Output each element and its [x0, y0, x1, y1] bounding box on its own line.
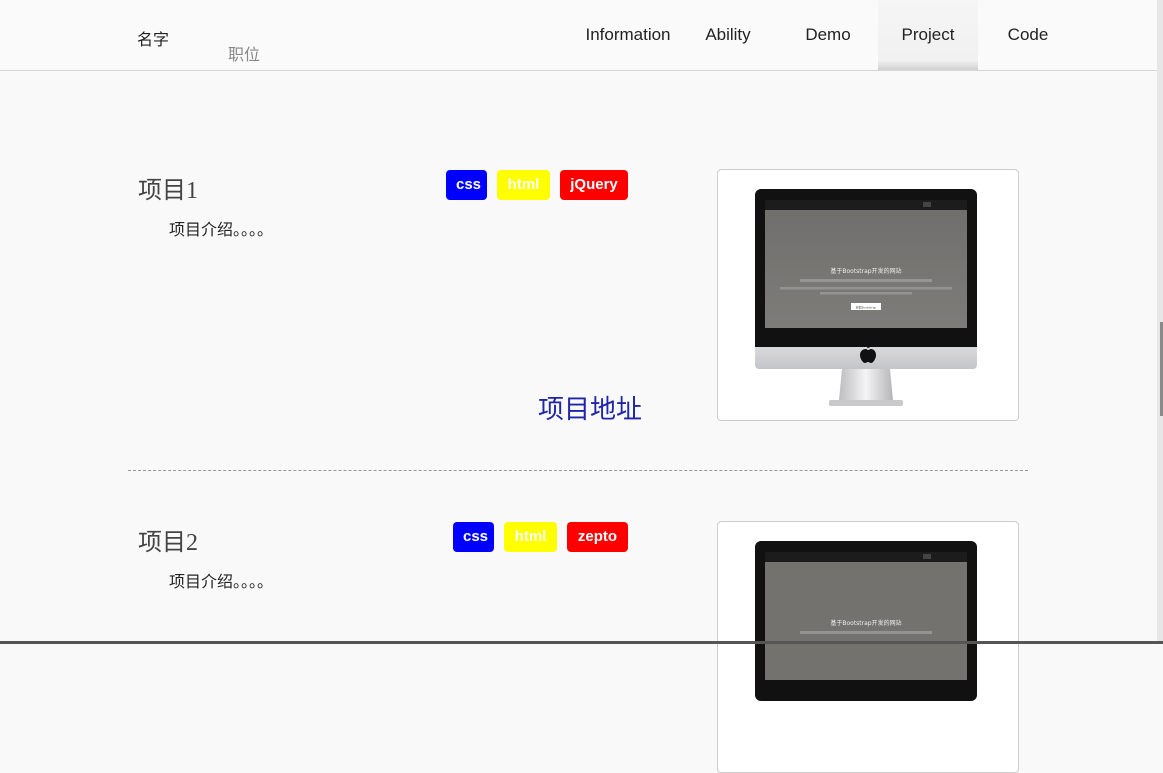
project-link[interactable]: 项目地址	[538, 389, 642, 426]
project-thumbnail[interactable]: 基于Bootstrap开发的网站	[717, 521, 1019, 773]
tag-html: html	[497, 170, 550, 200]
thumbnail-button: 获取Bootstrap	[856, 305, 877, 310]
tag-css: css	[446, 170, 487, 200]
top-navbar: 名字 职位 Information Ability Demo Project C…	[0, 0, 1163, 71]
project-description: 项目介绍。。。。	[169, 574, 274, 591]
brand-name: 名字	[137, 32, 170, 49]
tag-zepto: zepto	[567, 522, 628, 552]
project-thumbnail[interactable]: 基于Bootstrap开发的网站 获取Bootstrap	[717, 169, 1019, 421]
tag-css: css	[453, 522, 494, 552]
nav-ability[interactable]: Ability	[692, 0, 764, 70]
project-title: 项目1	[138, 178, 198, 204]
thumbnail-heading: 基于Bootstrap开发的网站	[830, 267, 901, 275]
project-card: 项目1 项目介绍。。。。 css html jQuery 项目地址 基于Boot…	[128, 160, 1028, 430]
nav-project[interactable]: Project	[878, 0, 978, 70]
nav-demo[interactable]: Demo	[792, 0, 864, 70]
tag-jquery: jQuery	[560, 170, 628, 200]
section-divider	[128, 470, 1028, 471]
nav-information[interactable]: Information	[577, 0, 679, 70]
imac-screenshot: 基于Bootstrap开发的网站	[755, 541, 977, 701]
tag-html: html	[504, 522, 557, 552]
project-description: 项目介绍。。。。	[169, 222, 274, 239]
thumbnail-heading: 基于Bootstrap开发的网站	[830, 619, 901, 627]
project-card: 项目2 项目介绍。。。。 css html zepto 基于Bootstrap开…	[128, 512, 1028, 773]
nav-code[interactable]: Code	[992, 0, 1064, 70]
project-title: 项目2	[138, 530, 198, 556]
brand-job-title: 职位	[228, 47, 261, 64]
page-scrollbar[interactable]	[1157, 0, 1163, 644]
imac-screenshot: 基于Bootstrap开发的网站 获取Bootstrap	[755, 189, 977, 406]
